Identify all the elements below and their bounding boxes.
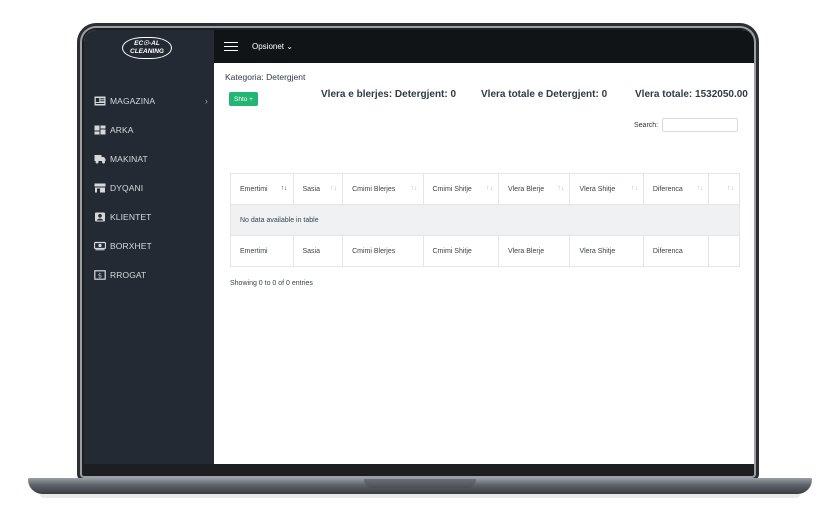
chevron-right-icon: › xyxy=(204,95,208,106)
column-header-sasia[interactable]: Sasia ↑↓ xyxy=(292,173,344,205)
sidebar-item-arka[interactable]: ARKA xyxy=(94,115,212,144)
column-footer-emertimi: Emertimi xyxy=(230,235,294,267)
column-header-vlera-shitje[interactable]: Vlera Shitje ↑↓ xyxy=(569,173,644,205)
column-header-emertimi[interactable]: Emertimi ↑↓ xyxy=(230,173,294,205)
sort-icon: ↑↓ xyxy=(557,185,565,192)
table-footer-row: Emertimi Sasia Cmimi Blerjes Cmimi Shitj… xyxy=(230,235,740,267)
table-header-row: Emertimi ↑↓ Sasia ↑↓ Cmimi Blerjes ↑↓ Cmimi… xyxy=(230,173,740,205)
sort-icon: ↑↓ xyxy=(485,185,493,192)
column-header-cmimi-shitje[interactable]: Cmimi Shitje ↑↓ xyxy=(422,173,499,205)
table-info: Showing 0 to 0 of 0 entries xyxy=(230,280,313,287)
data-table: Emertimi ↑↓ Sasia ↑↓ Cmimi Blerjes ↑↓ Cmimi… xyxy=(230,173,740,267)
sidebar-item-magazina[interactable]: MAGAZINA › xyxy=(94,86,212,115)
store-icon xyxy=(94,183,106,192)
empty-table-message: No data available in table xyxy=(230,204,740,236)
sidebar-item-label: RROGAT xyxy=(110,269,147,280)
id-card-icon xyxy=(94,96,106,105)
stat-purchase-value: Vlera e blerjes: Detergjent: 0 xyxy=(321,89,457,100)
sidebar-item-borxhet[interactable]: BORXHET xyxy=(94,231,212,260)
screen: EC☉-AL CLEANING MAGAZINA › ARKA MAKINAT … xyxy=(84,30,754,464)
sort-icon: ↑↓ xyxy=(696,185,704,192)
logo-line-2: CLEANING xyxy=(130,48,164,55)
sidebar-item-klientet[interactable]: KLIENTET xyxy=(94,202,212,231)
column-footer-actions xyxy=(708,235,740,267)
truck-icon xyxy=(94,154,106,163)
column-header-actions[interactable]: ↑↓ xyxy=(708,173,740,205)
sidebar-nav: MAGAZINA › ARKA MAKINAT DYQANI KLIENTET … xyxy=(94,86,212,289)
column-footer-diferenca: Diferenca xyxy=(642,235,710,267)
logo-line-1: EC☉-AL xyxy=(134,40,160,47)
svg-text:$: $ xyxy=(98,271,102,279)
sidebar-item-label: DYQANI xyxy=(110,182,144,193)
options-menu[interactable]: Opsionet ⌄ xyxy=(252,42,293,51)
banknote-icon: $ xyxy=(94,269,106,280)
sidebar-item-label: BORXHET xyxy=(110,240,152,251)
hamburger-icon[interactable] xyxy=(224,39,238,54)
table-row-empty: No data available in table xyxy=(230,204,740,236)
dashboard-icon xyxy=(94,125,106,134)
sort-asc-icon: ↑↓ xyxy=(280,185,288,192)
money-icon xyxy=(94,241,106,250)
sidebar: EC☉-AL CLEANING MAGAZINA › ARKA MAKINAT … xyxy=(84,30,214,464)
column-header-cmimi-blerjes[interactable]: Cmimi Blerjes ↑↓ xyxy=(342,173,424,205)
add-button[interactable]: Shto + xyxy=(229,92,258,106)
column-footer-vlera-shitje: Vlera Shitje xyxy=(569,235,644,267)
column-header-diferenca[interactable]: Diferenca ↑↓ xyxy=(642,173,710,205)
sidebar-item-makinat[interactable]: MAKINAT xyxy=(94,144,212,173)
page-title: Kategoria: Detergjent xyxy=(225,72,306,82)
search-label: Search: xyxy=(634,122,659,129)
main-content: Kategoria: Detergjent Shto + Vlera e ble… xyxy=(214,63,754,464)
laptop-notch xyxy=(364,479,476,488)
column-footer-sasia: Sasia xyxy=(292,235,344,267)
sidebar-item-dyqani[interactable]: DYQANI xyxy=(94,173,212,202)
column-footer-vlera-blerje: Vlera Blerje xyxy=(497,235,571,267)
sort-icon: ↑↓ xyxy=(330,185,338,192)
column-header-vlera-blerje[interactable]: Vlera Blerje ↑↓ xyxy=(497,173,571,205)
sidebar-item-label: MAKINAT xyxy=(110,153,148,164)
laptop-shadow xyxy=(40,494,800,498)
search-input[interactable] xyxy=(662,118,738,132)
user-box-icon xyxy=(94,212,106,221)
sort-icon: ↑↓ xyxy=(410,185,418,192)
brand-logo[interactable]: EC☉-AL CLEANING xyxy=(122,37,172,59)
sidebar-item-rrogat[interactable]: $ RROGAT xyxy=(94,260,212,289)
sidebar-item-label: MAGAZINA xyxy=(110,95,156,106)
sort-icon: ↑↓ xyxy=(727,185,734,192)
column-footer-cmimi-blerjes: Cmimi Blerjes xyxy=(342,235,424,267)
sidebar-item-label: KLIENTET xyxy=(110,211,152,222)
stat-total-value: Vlera totale: 1532050.00 xyxy=(635,89,748,100)
topbar: Opsionet ⌄ xyxy=(214,30,754,63)
sidebar-item-label: ARKA xyxy=(110,124,134,135)
stat-category-total: Vlera totale e Detergjent: 0 xyxy=(481,89,608,100)
column-footer-cmimi-shitje: Cmimi Shitje xyxy=(422,235,499,267)
sort-icon: ↑↓ xyxy=(630,185,638,192)
